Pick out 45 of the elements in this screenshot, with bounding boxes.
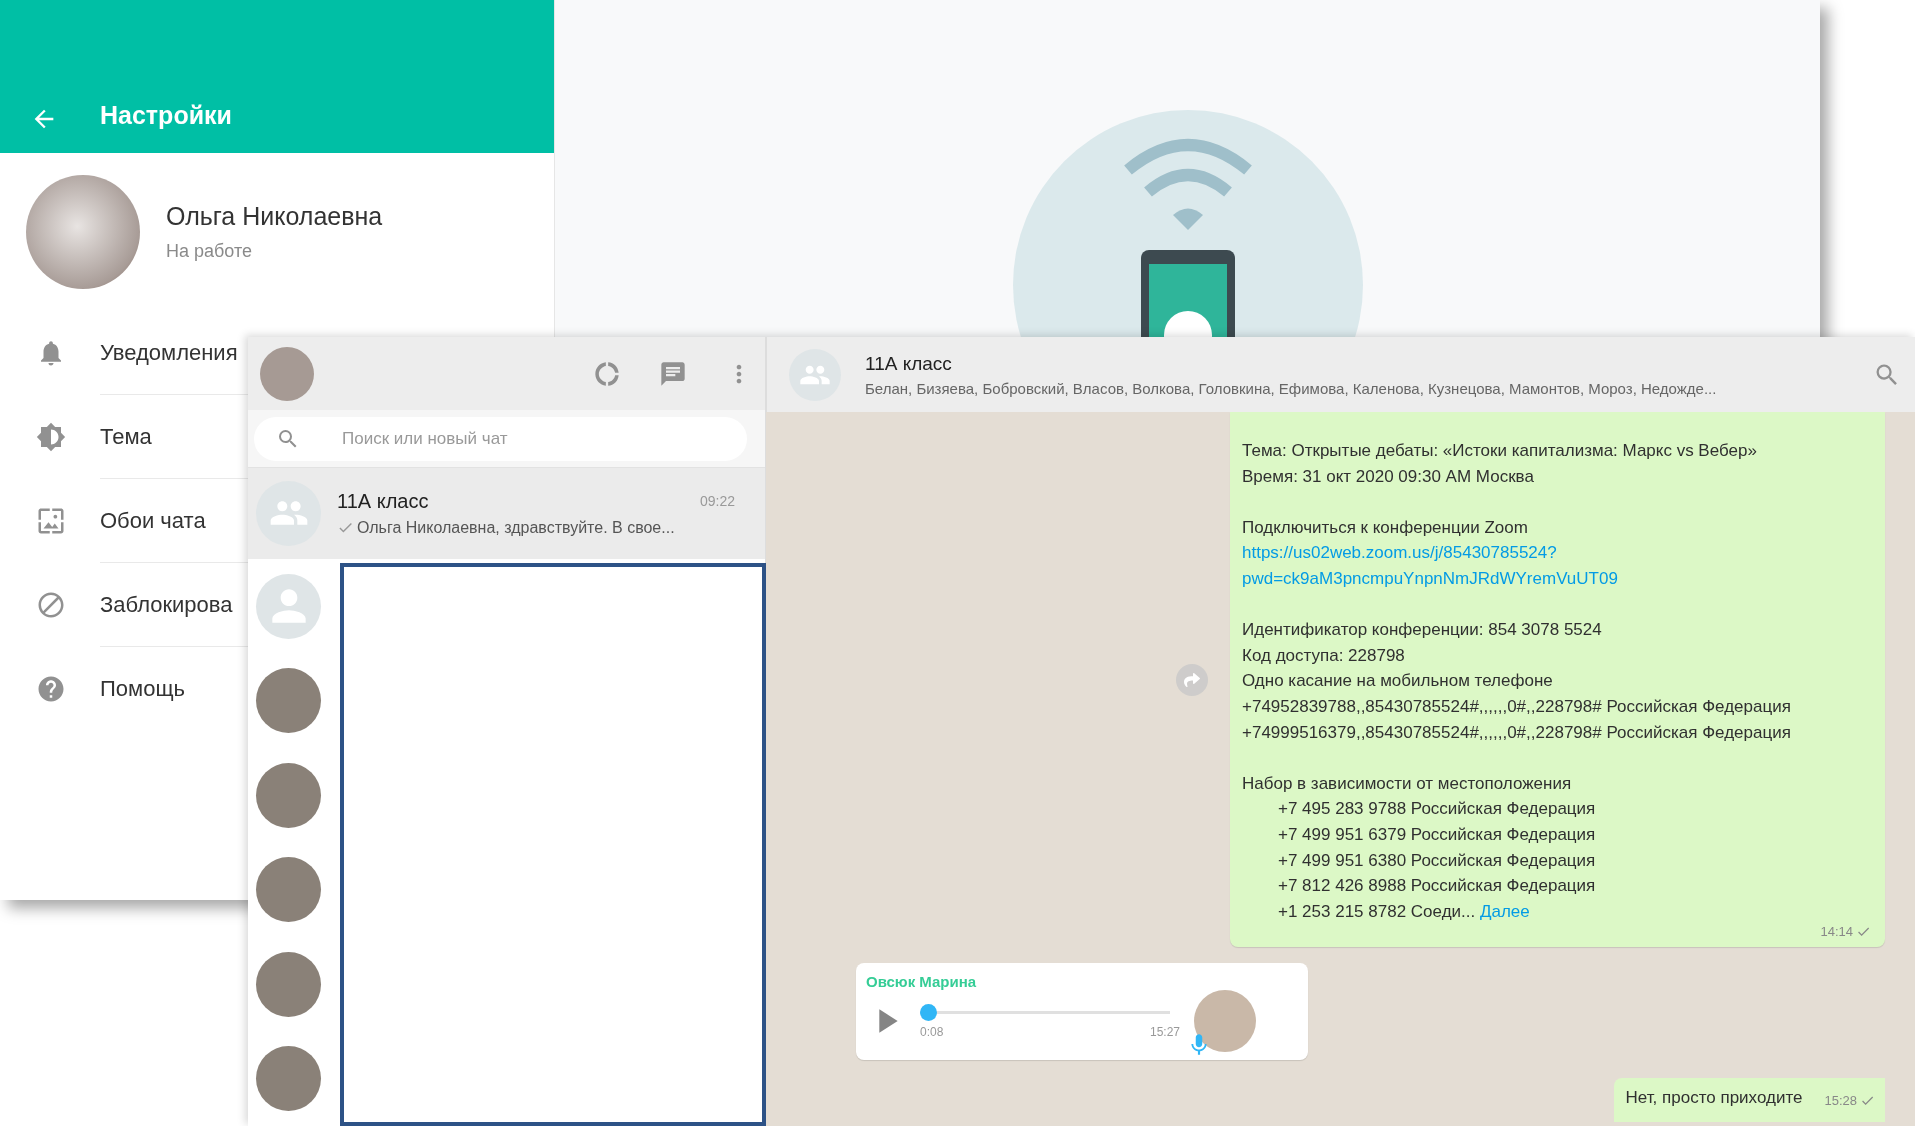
- audio-thumb[interactable]: [920, 1003, 937, 1021]
- message-text: +1 253 215 8782 Соеди... Далее: [1278, 900, 1530, 923]
- audio-position: 0:08: [920, 1024, 944, 1039]
- message-time: 15:28: [1824, 1093, 1857, 1109]
- message-text: +74952839788,,85430785524#,,,,,,0#,,228798# Российская Федерация: [1242, 695, 1791, 718]
- settings-item[interactable]: Тема: [100, 423, 152, 450]
- help-icon: [36, 674, 66, 704]
- chat-members: Белан, Бизяева, Бобровский, Власов, Волкова, Головкина, Ефимова, Каленова, Кузнецова, Мамонтов, Мороз, Недожде...: [865, 379, 1718, 397]
- settings-item[interactable]: Обои чата: [100, 507, 206, 534]
- message-text: Тема: Открытые дебаты: «Истоки капитализма: Маркс vs Вебер»: [1242, 440, 1757, 462]
- forward-icon: [1184, 671, 1200, 688]
- chat-time: 09:22: [699, 493, 735, 510]
- message-text: Одно касание на мобильном телефоне: [1242, 670, 1553, 693]
- message-text: +7 499 951 6380 Российская Федерация: [1278, 849, 1596, 872]
- chat-name: 11А класс: [337, 489, 429, 513]
- message-time: 15:27: [1149, 1024, 1180, 1039]
- settings-title: Настройки: [100, 100, 232, 131]
- search-field[interactable]: Поиск или новый чат: [254, 417, 747, 462]
- message-text: +7 495 283 9788 Российская Федерация: [1278, 798, 1596, 821]
- settings-item[interactable]: Заблокирова: [100, 591, 233, 618]
- profile-name: Ольга Николаевна: [166, 202, 383, 231]
- message-text: +7 499 951 6379 Российская Федерация: [1278, 823, 1596, 846]
- message-text: Время: 31 окт 2020 09:30 AM Москва: [1242, 465, 1534, 488]
- sender-name: Овсюк Марина: [866, 973, 978, 991]
- new-chat-icon[interactable]: [659, 359, 687, 388]
- theme-icon: [36, 422, 66, 452]
- message-text: Нет, просто приходите: [1625, 1088, 1803, 1109]
- chat-list-item[interactable]: 11А класс 09:22 Ольга Николаевна, здравствуйте. В свое...: [248, 468, 765, 559]
- settings-item[interactable]: Помощь: [100, 676, 185, 702]
- message-text: Код доступа: 228798: [1242, 644, 1405, 667]
- settings-item[interactable]: Уведомления: [100, 339, 238, 366]
- message-text: +7 812 426 8988 Российская Федерация: [1278, 875, 1596, 898]
- message-time: 14:14: [1820, 924, 1853, 940]
- chat-preview: Ольга Николаевна, здравствуйте. В свое...: [357, 518, 675, 537]
- wallpaper-icon: [36, 506, 66, 536]
- blocked-icon: [36, 590, 66, 620]
- profile-status: На работе: [166, 241, 253, 262]
- message-text: Подключиться к конференции Zoom: [1242, 516, 1528, 539]
- photo-placeholder[interactable]: [260, 346, 314, 401]
- chat-title: 11А класс: [865, 352, 953, 375]
- forward-button[interactable]: [1176, 663, 1208, 696]
- message-text: Идентификатор конференции: 854 3078 5524: [1242, 619, 1602, 642]
- message-text: Набор в зависимости от местоположения: [1242, 772, 1572, 795]
- status-icon[interactable]: [593, 359, 621, 388]
- message-text: +74999516379,,85430785524#,,,,,,0#,,228798# Российская Федерация: [1242, 721, 1791, 744]
